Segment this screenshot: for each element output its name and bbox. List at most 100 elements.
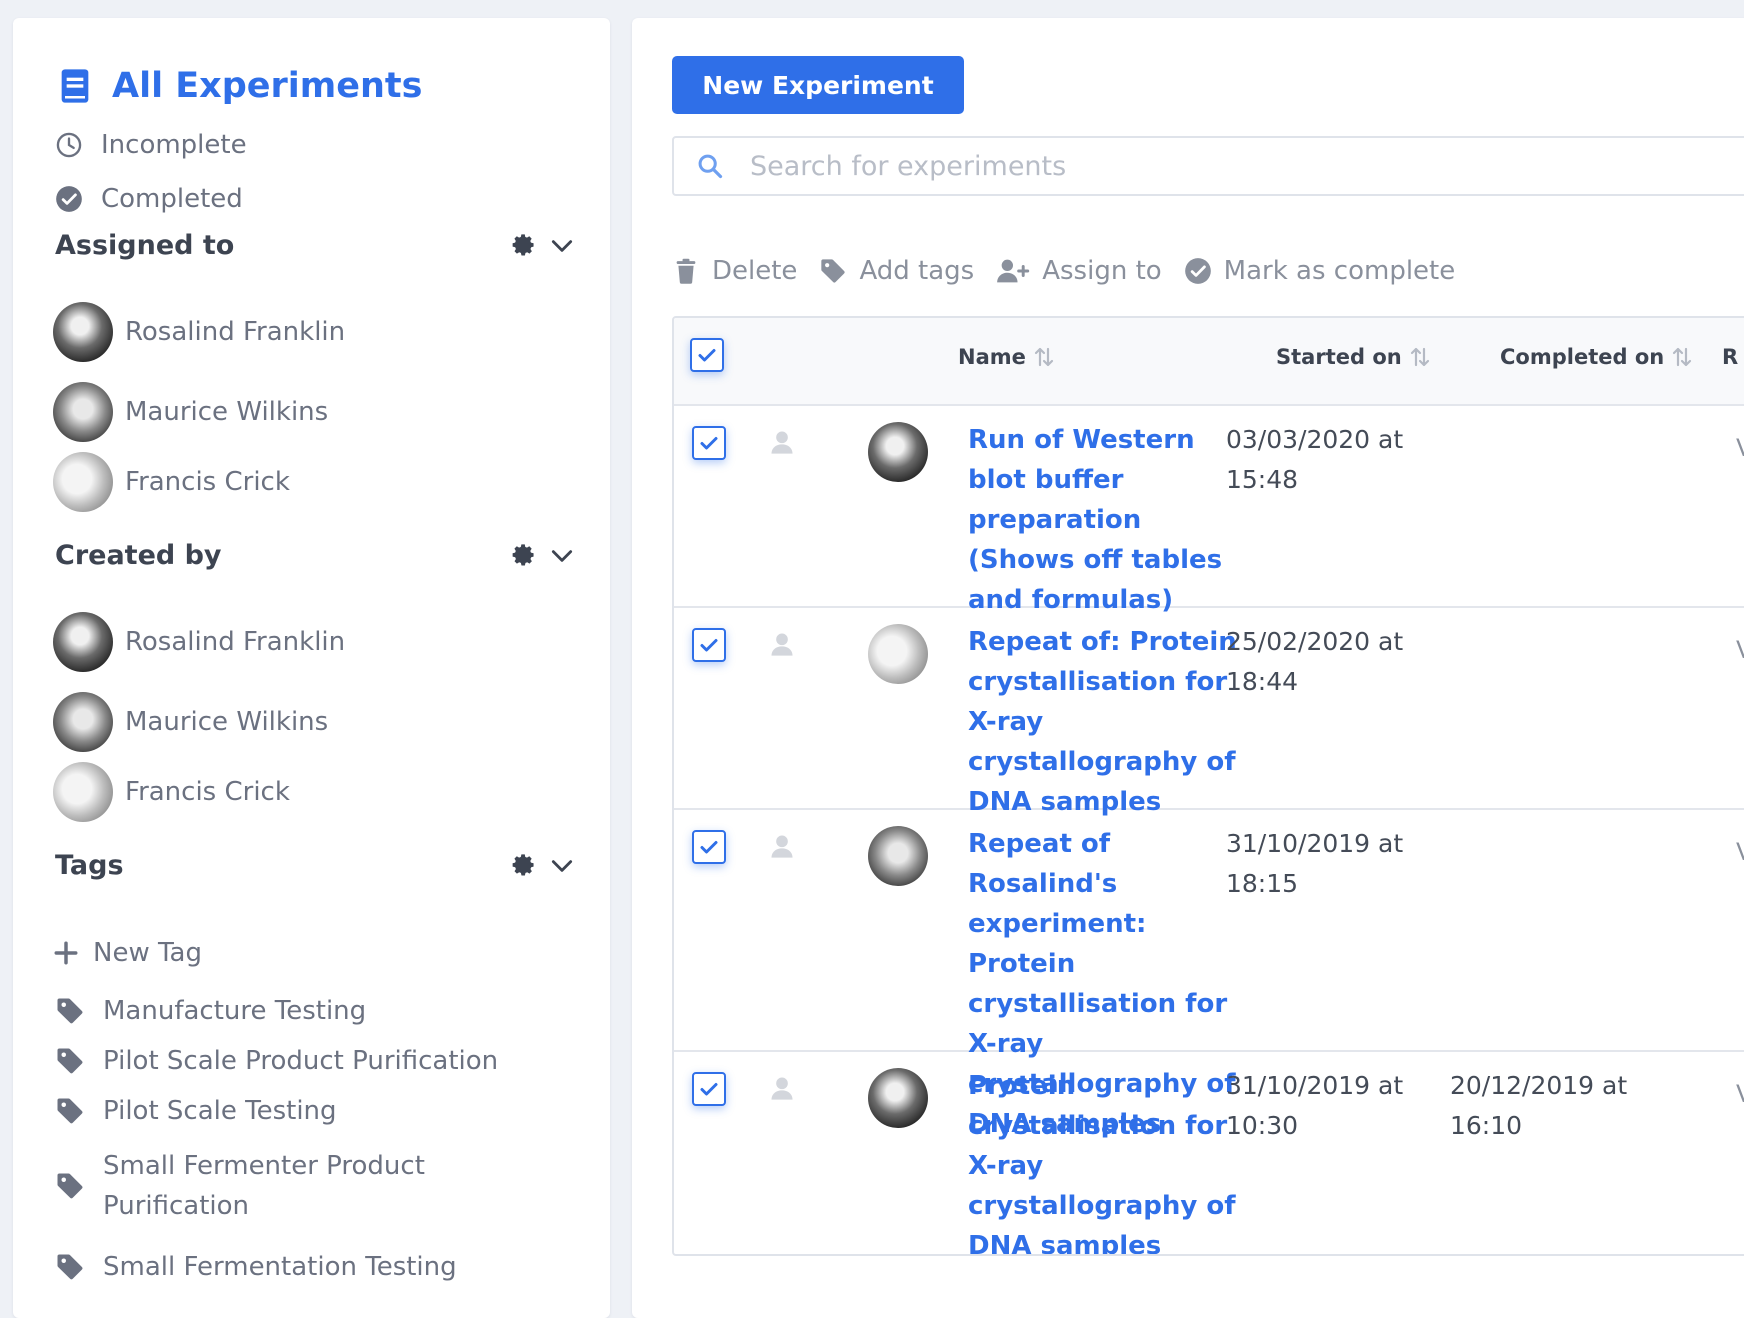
tag-item[interactable]: Small Fermentation Testing xyxy=(55,1252,457,1282)
assign-to-label: Assign to xyxy=(1042,256,1162,286)
user-icon xyxy=(771,431,793,454)
select-all-checkbox[interactable] xyxy=(690,338,724,372)
new-tag-button[interactable]: New Tag xyxy=(53,938,202,968)
row-action-link[interactable]: V ( xyxy=(1736,428,1744,468)
tag-icon xyxy=(57,1173,83,1199)
tag-label: Small Fermentation Testing xyxy=(103,1252,457,1282)
completed-date: 20/12/2019 at 16:10 xyxy=(1450,1071,1628,1140)
row-action-link[interactable]: V ( xyxy=(1736,630,1744,670)
notebook-icon xyxy=(61,69,89,103)
add-tags-button[interactable]: Add tags xyxy=(819,256,974,286)
tag-item[interactable]: Manufacture Testing xyxy=(55,996,366,1026)
creator-person-francis[interactable]: Francis Crick xyxy=(53,762,290,822)
started-date: 31/10/2019 at 10:30 xyxy=(1226,1071,1404,1140)
nav-incomplete-label: Incomplete xyxy=(101,130,247,160)
tag-item[interactable]: Pilot Scale Testing xyxy=(55,1096,337,1126)
tag-label: Pilot Scale Testing xyxy=(103,1096,337,1126)
sort-icon xyxy=(1410,347,1429,367)
assigned-person-francis[interactable]: Francis Crick xyxy=(53,452,290,512)
experiment-name-link[interactable]: Protein crystallisation for X-ray crysta… xyxy=(968,1066,1253,1254)
search-input[interactable] xyxy=(748,149,1652,183)
row-checkbox[interactable] xyxy=(692,1072,726,1106)
creator-person-rosalind[interactable]: Rosalind Franklin xyxy=(53,612,345,672)
assign-to-button[interactable]: Assign to xyxy=(996,256,1162,286)
row-action-link[interactable]: V ( xyxy=(1736,832,1744,872)
check-circle-icon xyxy=(56,186,82,212)
chevron-down-icon[interactable] xyxy=(549,233,575,259)
started-date: 03/03/2020 at 15:48 xyxy=(1226,425,1404,494)
table-row[interactable]: Repeat of: Protein crystallisation for X… xyxy=(674,608,1744,817)
checkmark-icon xyxy=(700,639,718,652)
nav-incomplete[interactable]: Incomplete xyxy=(55,130,247,160)
checkmark-icon xyxy=(700,437,718,450)
creator-person-maurice[interactable]: Maurice Wilkins xyxy=(53,692,328,752)
chevron-down-icon[interactable] xyxy=(549,543,575,569)
sidebar: All Experiments Incomplete Completed Ass… xyxy=(13,18,610,1318)
column-started-label: Started on xyxy=(1276,345,1402,369)
row-checkbox[interactable] xyxy=(692,628,726,662)
avatar xyxy=(53,692,113,752)
avatar xyxy=(53,612,113,672)
gear-icon[interactable] xyxy=(511,543,537,569)
checkmark-icon xyxy=(700,841,718,854)
gear-icon[interactable] xyxy=(511,233,537,259)
table-row[interactable]: Protein crystallisation for X-ray crysta… xyxy=(674,1052,1744,1254)
avatar xyxy=(53,382,113,442)
row-checkbox[interactable] xyxy=(692,830,726,864)
column-header-name[interactable]: Name xyxy=(958,345,1056,369)
main-panel: New Experiment Delete Add tags xyxy=(632,18,1744,1318)
tag-label: Small Fermenter Product Purification xyxy=(103,1151,425,1221)
avatar xyxy=(53,302,113,362)
add-tags-label: Add tags xyxy=(859,256,975,286)
person-name: Francis Crick xyxy=(125,467,290,497)
table-row[interactable]: Repeat of Rosalind's experiment: Protein… xyxy=(674,810,1744,1139)
nav-all-experiments-label: All Experiments xyxy=(112,66,423,106)
avatar xyxy=(53,762,113,822)
nav-completed[interactable]: Completed xyxy=(55,184,243,214)
row-checkbox[interactable] xyxy=(692,426,726,460)
clock-icon xyxy=(56,132,82,158)
checkmark-icon xyxy=(700,1083,718,1096)
person-name: Rosalind Franklin xyxy=(125,627,346,657)
mark-complete-button[interactable]: Mark as complete xyxy=(1184,256,1455,286)
column-partial-label: R xyxy=(1722,345,1739,369)
person-name: Maurice Wilkins xyxy=(125,397,329,427)
delete-label: Delete xyxy=(712,256,798,286)
user-icon xyxy=(771,633,793,656)
column-name-label: Name xyxy=(958,345,1026,369)
section-tags: Tags xyxy=(55,850,575,881)
gear-icon[interactable] xyxy=(511,853,537,879)
column-header-started[interactable]: Started on xyxy=(1276,345,1432,369)
experiments-table: Name Started on Completed on R Run of We… xyxy=(672,316,1744,1256)
sort-icon xyxy=(1034,347,1053,367)
avatar xyxy=(53,452,113,512)
section-created-by-title: Created by xyxy=(55,540,222,571)
search-box[interactable] xyxy=(672,136,1744,196)
experiment-name-link[interactable]: Run of Western blot buffer preparation (… xyxy=(968,420,1253,620)
started-date: 25/02/2020 at 18:44 xyxy=(1226,627,1404,696)
column-header-completed[interactable]: Completed on xyxy=(1500,345,1694,369)
section-tags-title: Tags xyxy=(55,850,124,881)
experiment-name-link[interactable]: Repeat of: Protein crystallisation for X… xyxy=(968,622,1253,822)
assigned-person-rosalind[interactable]: Rosalind Franklin xyxy=(53,302,345,362)
user-icon xyxy=(771,835,793,858)
table-row[interactable]: Run of Western blot buffer preparation (… xyxy=(674,406,1744,615)
tag-item[interactable]: Pilot Scale Product Purification xyxy=(55,1046,498,1076)
column-header-partial[interactable]: R xyxy=(1722,345,1738,369)
new-experiment-button[interactable]: New Experiment xyxy=(672,56,964,114)
table-header: Name Started on Completed on R xyxy=(674,318,1744,406)
tag-item[interactable]: Small Fermenter Product Purification xyxy=(55,1146,443,1226)
plus-icon xyxy=(54,941,78,965)
row-action-link[interactable]: V ( xyxy=(1736,1074,1744,1114)
new-tag-label: New Tag xyxy=(93,938,202,968)
avatar xyxy=(868,422,928,482)
avatar xyxy=(868,624,928,684)
chevron-down-icon[interactable] xyxy=(549,853,575,879)
search-icon xyxy=(698,154,723,179)
avatar xyxy=(868,826,928,886)
delete-button[interactable]: Delete xyxy=(672,256,797,286)
assigned-person-maurice[interactable]: Maurice Wilkins xyxy=(53,382,328,442)
nav-all-experiments[interactable]: All Experiments xyxy=(55,66,423,106)
bulk-actions-bar: Delete Add tags Assign to Mark as comple… xyxy=(672,256,1477,286)
check-circle-icon xyxy=(1184,258,1211,284)
